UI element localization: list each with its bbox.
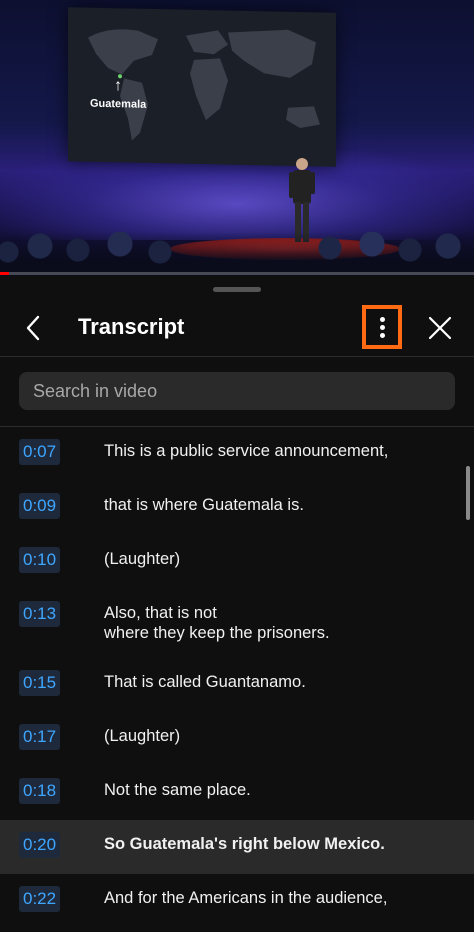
slide-label: Guatemala xyxy=(90,97,147,111)
transcript-segment[interactable]: 0:17 (Laughter) xyxy=(0,712,474,766)
more-vertical-icon-dot xyxy=(380,333,385,338)
segment-text: So Guatemala's right below Mexico. xyxy=(104,835,385,853)
panel-title: Transcript xyxy=(78,314,185,339)
transcript-segment[interactable]: 0:18 Not the same place. xyxy=(0,766,474,820)
segment-timestamp[interactable]: 0:17 xyxy=(19,724,61,750)
chevron-left-icon xyxy=(26,315,40,341)
progress-fill xyxy=(0,272,10,275)
drag-handle[interactable] xyxy=(213,287,261,292)
world-map-image xyxy=(88,29,320,141)
segment-timestamp[interactable]: 0:10 xyxy=(19,547,61,573)
segment-text: And for the Americans in the audience, xyxy=(104,889,388,907)
transcript-segment[interactable]: 0:10 (Laughter) xyxy=(0,535,474,589)
close-icon xyxy=(428,316,452,340)
transcript-segment[interactable]: 0:20 So Guatemala's right below Mexico. xyxy=(0,820,474,874)
segment-timestamp[interactable]: 0:15 xyxy=(19,670,61,696)
segment-timestamp[interactable]: 0:07 xyxy=(19,439,61,465)
video-player[interactable]: ↑ Guatemala xyxy=(0,0,474,276)
audience xyxy=(0,232,474,276)
segment-timestamp[interactable]: 0:09 xyxy=(19,493,61,519)
segment-timestamp[interactable]: 0:22 xyxy=(19,886,61,912)
header-divider xyxy=(0,356,474,357)
segment-text: that is where Guatemala is. xyxy=(104,496,304,514)
scrollbar[interactable] xyxy=(466,466,470,520)
segment-timestamp[interactable]: 0:13 xyxy=(19,601,61,627)
segment-text: Also, that is not where they keep the pr… xyxy=(104,604,330,642)
progress-bar[interactable] xyxy=(0,272,474,275)
transcript-segment[interactable]: 0:22 And for the Americans in the audienc… xyxy=(0,874,474,928)
segment-text: Not the same place. xyxy=(104,781,251,799)
segment-text: This is a public service announcement, xyxy=(104,442,389,460)
transcript-segment[interactable]: 0:09 that is where Guatemala is. xyxy=(0,481,474,535)
segment-text: (Laughter) xyxy=(104,550,181,568)
more-vertical-icon xyxy=(380,317,385,322)
search-input[interactable] xyxy=(19,372,455,410)
panel-header: Transcript xyxy=(0,298,474,358)
transcript-segment[interactable]: 0:07 This is a public service announcemen… xyxy=(0,427,474,481)
presentation-screen: ↑ Guatemala xyxy=(68,7,336,167)
segment-timestamp[interactable]: 0:20 xyxy=(19,832,61,858)
transcript-list[interactable]: 0:07 This is a public service announcemen… xyxy=(0,427,474,932)
segment-text: (Laughter) xyxy=(104,727,181,745)
segment-timestamp[interactable]: 0:18 xyxy=(19,778,61,804)
back-button[interactable] xyxy=(14,308,54,348)
transcript-panel: Transcript 0:07 This is a public service … xyxy=(0,276,474,932)
close-button[interactable] xyxy=(420,308,460,348)
transcript-segment[interactable]: 0:15 That is called Guantanamo. xyxy=(0,658,474,712)
transcript-segment[interactable]: 0:13 Also, that is not where they keep th… xyxy=(0,589,474,658)
more-options-button[interactable] xyxy=(362,305,402,349)
segment-text: That is called Guantanamo. xyxy=(104,673,306,691)
arrow-up-icon: ↑ xyxy=(114,77,122,95)
more-vertical-icon-dot xyxy=(380,325,385,330)
